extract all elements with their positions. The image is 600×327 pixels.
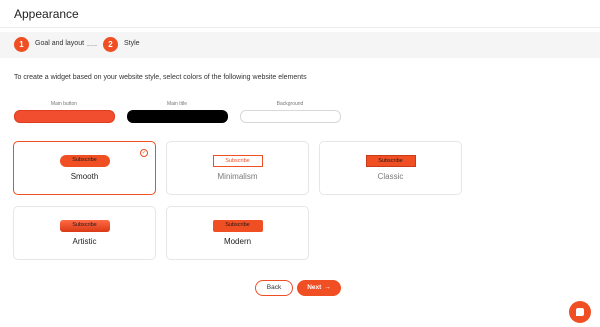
modern-preview-button: Subscribe xyxy=(212,220,263,232)
main-button-color-picker[interactable] xyxy=(14,110,115,123)
intro-text: To create a widget based on your website… xyxy=(14,74,307,81)
background-color-picker[interactable] xyxy=(240,110,341,123)
check-icon: ✓ xyxy=(140,149,148,157)
header-divider xyxy=(0,27,600,28)
main-title-color-picker[interactable] xyxy=(127,110,228,123)
back-button[interactable]: Back xyxy=(255,280,293,296)
step-2-label[interactable]: Style xyxy=(124,40,140,47)
style-card-smooth[interactable]: ✓ Subscribe Smooth xyxy=(13,141,156,195)
step-1-number[interactable]: 1 xyxy=(14,37,29,52)
style-card-minimalism[interactable]: Subscribe Minimalism xyxy=(166,141,309,195)
stepper: 1 Goal and layout 2 Style xyxy=(0,32,600,58)
minimalism-preview-button: Subscribe xyxy=(212,155,263,167)
style-card-label: Modern xyxy=(223,237,252,246)
main-button-color-label: Main button xyxy=(50,101,78,107)
style-card-classic[interactable]: Subscribe Classic xyxy=(319,141,462,195)
main-title-color-label: Main title xyxy=(166,101,187,107)
style-card-label: Minimalism xyxy=(217,172,258,181)
page-title: Appearance xyxy=(14,7,79,21)
next-button-label: Next xyxy=(307,284,322,291)
classic-preview-button: Subscribe xyxy=(365,155,416,167)
style-card-label: Classic xyxy=(377,172,404,181)
step-1-label[interactable]: Goal and layout xyxy=(35,40,84,47)
chat-icon xyxy=(576,308,584,316)
style-card-artistic[interactable]: Subscribe Artistic xyxy=(13,206,156,260)
artistic-preview-button: Subscribe xyxy=(59,220,110,232)
chat-button[interactable] xyxy=(569,301,591,323)
smooth-preview-button: Subscribe xyxy=(59,155,110,167)
next-button[interactable]: Next → xyxy=(297,280,341,296)
step-separator xyxy=(87,45,97,46)
arrow-right-icon: → xyxy=(324,284,331,291)
step-2-number[interactable]: 2 xyxy=(103,37,118,52)
style-card-label: Artistic xyxy=(72,237,97,246)
style-card-label: Smooth xyxy=(70,172,99,181)
background-color-label: Background xyxy=(276,101,304,107)
style-card-modern[interactable]: Subscribe Modern xyxy=(166,206,309,260)
